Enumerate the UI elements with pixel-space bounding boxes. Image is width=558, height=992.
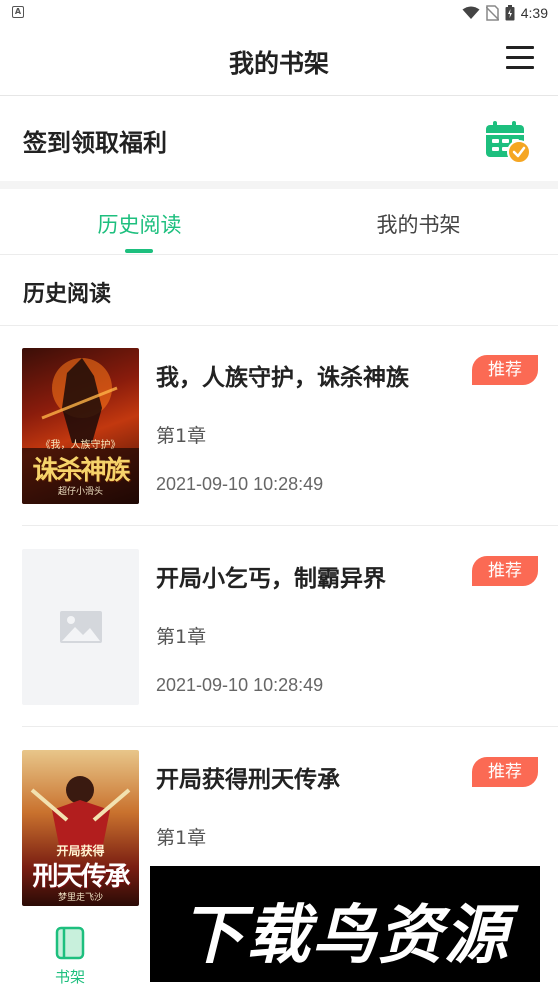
book-cover[interactable]: 开局获得 刑天传承 梦里走飞沙 [22, 750, 139, 906]
section-gap [0, 181, 558, 189]
recommend-badge: 推荐 [472, 355, 538, 385]
tab-indicator [125, 249, 153, 253]
clock: 4:39 [520, 5, 548, 21]
cover-author: 超仔小滑头 [57, 487, 103, 497]
divider [22, 726, 558, 727]
tab-bar: 历史阅读 我的书架 [0, 189, 558, 255]
bookshelf-icon [55, 926, 85, 960]
book-title[interactable]: 我，人族守护，诛杀神族 [156, 358, 409, 392]
no-sim-icon [485, 5, 499, 21]
cover-title: 诛杀神族 [32, 456, 130, 486]
book-cover[interactable]: 《我，人族守护》 诛杀神族 超仔小滑头 [22, 348, 139, 504]
checkin-banner[interactable]: 签到领取福利 [0, 97, 558, 181]
bottom-nav: 书架 [0, 912, 150, 992]
book-chapter: 第1章 [156, 626, 207, 648]
book-title[interactable]: 开局小乞丐，制霸异界 [156, 559, 386, 593]
nav-item-shelf[interactable]: 书架 [50, 926, 90, 987]
status-icons: 4:39 [462, 4, 548, 22]
checkin-label: 签到领取福利 [23, 129, 167, 157]
watermark: 下载鸟资源 [150, 866, 540, 982]
page-title: 我的书架 [228, 49, 329, 78]
app-notification-icon: A [12, 6, 24, 18]
watermark-text: 下载鸟资源 [180, 899, 510, 973]
book-cover-placeholder[interactable] [22, 549, 139, 705]
tab-history[interactable]: 历史阅读 [0, 209, 279, 239]
cover-title: 刑天传承 [32, 862, 130, 892]
battery-icon [505, 5, 515, 21]
image-placeholder-icon [59, 611, 102, 643]
cover-subtitle: 《我，人族守护》 [40, 440, 121, 451]
list-item[interactable]: 开局小乞丐，制霸异界 第1章 2021-09-10 10:28:49 推荐 [0, 527, 558, 727]
recommend-badge: 推荐 [472, 757, 538, 787]
section-title: 历史阅读 [23, 282, 112, 307]
app-header: 我的书架 [0, 26, 558, 96]
nav-label: 书架 [54, 968, 85, 986]
book-chapter: 第1章 [156, 425, 207, 447]
recommend-badge: 推荐 [472, 556, 538, 586]
cover-author: 梦里走飞沙 [57, 893, 103, 903]
menu-icon[interactable] [506, 46, 534, 70]
book-chapter: 第1章 [156, 827, 207, 849]
divider [22, 525, 558, 526]
calendar-check-icon[interactable] [484, 119, 532, 165]
list-item[interactable]: 《我，人族守护》 诛杀神族 超仔小滑头 我，人族守护，诛杀神族 第1章 2021… [0, 326, 558, 526]
status-bar: A 4:39 [0, 0, 558, 26]
read-time: 2021-09-10 10:28:49 [156, 675, 324, 695]
tab-my-shelf[interactable]: 我的书架 [279, 209, 558, 239]
read-time: 2021-09-10 10:28:49 [156, 474, 324, 494]
book-title[interactable]: 开局获得刑天传承 [156, 760, 340, 794]
wifi-icon [462, 6, 480, 19]
